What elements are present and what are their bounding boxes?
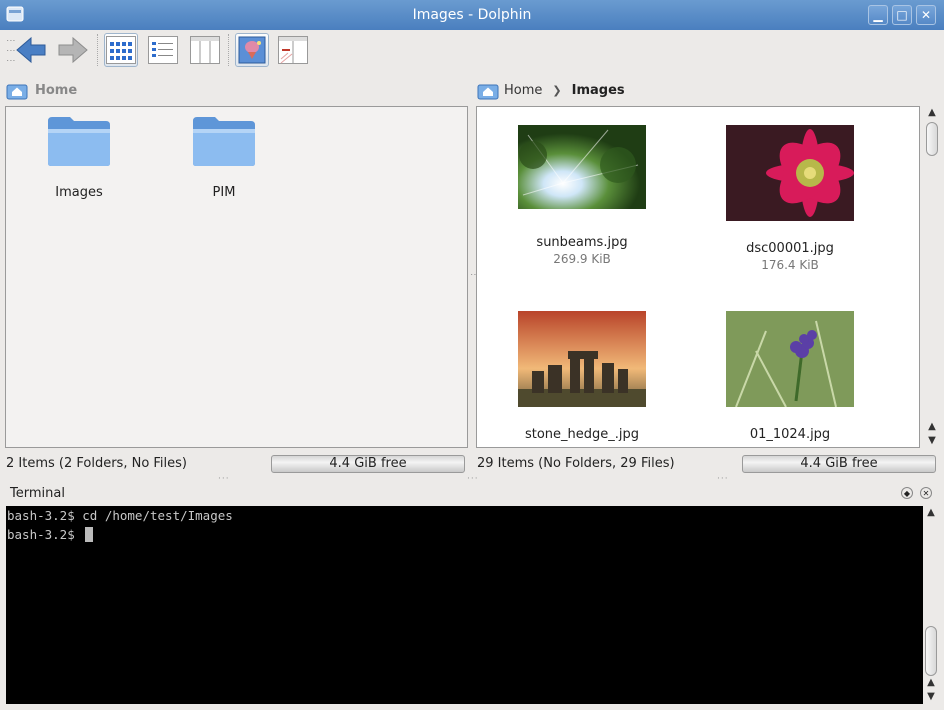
right-free-space: 4.4 GiB free [742, 455, 936, 473]
file-size: 176.4 KiB [761, 258, 819, 272]
terminal-header: Terminal ◆ ✕ [6, 484, 938, 504]
maximize-icon: □ [896, 8, 908, 22]
terminal-scrollbar[interactable]: ▲ ▲ ▼ [923, 506, 939, 704]
forward-arrow-icon [58, 36, 88, 64]
left-breadcrumb: Home [6, 80, 77, 100]
window-title: Images - Dolphin [412, 7, 532, 23]
image-thumbnail [726, 311, 854, 407]
scroll-up-icon[interactable]: ▲ [923, 506, 939, 520]
scroll-up-icon[interactable]: ▲ [924, 106, 940, 120]
minimize-icon: ▁ [873, 8, 883, 22]
left-file-view[interactable]: Images PIM [5, 106, 468, 448]
left-free-space: 4.4 GiB free [271, 455, 465, 473]
file-item[interactable]: stone_hedge_.jpg [487, 311, 677, 444]
folder-item[interactable]: PIM [169, 113, 279, 200]
breadcrumb-images[interactable]: Images [572, 83, 625, 98]
details-view-button[interactable] [146, 33, 180, 67]
image-thumbnail [726, 125, 854, 221]
scroll-down-icon[interactable]: ▼ [924, 434, 940, 448]
back-button[interactable] [14, 33, 48, 67]
toolbar-separator [228, 34, 231, 66]
image-thumbnail [518, 125, 646, 209]
terminal-line: bash-3.2$ [7, 527, 83, 542]
close-icon[interactable]: ✕ [920, 487, 932, 499]
toolbar-separator [97, 34, 100, 66]
resize-handle[interactable]: ··· [218, 474, 230, 484]
close-button[interactable]: ✕ [916, 5, 936, 25]
file-name: stone_hedge_.jpg [524, 427, 640, 442]
details-view-icon [148, 36, 178, 64]
folder-item[interactable]: Images [24, 113, 134, 200]
text-cursor [85, 527, 94, 542]
back-arrow-icon [16, 36, 46, 64]
split-view-icon [278, 36, 308, 64]
icons-view-icon [106, 36, 136, 64]
toolbar: ⋮⋮⋮ [0, 30, 944, 72]
preview-button[interactable] [235, 33, 269, 67]
left-status-text: 2 Items (2 Folders, No Files) [6, 456, 187, 471]
folder-name: Images [55, 185, 103, 200]
folder-name: PIM [212, 185, 236, 200]
right-file-view[interactable]: sunbeams.jpg 269.9 KiB dsc00001.jpg 176.… [476, 106, 920, 448]
right-status-text: 29 Items (No Folders, 29 Files) [477, 456, 675, 471]
forward-button[interactable] [56, 33, 90, 67]
image-thumbnail [518, 311, 646, 407]
preview-icon [238, 36, 266, 64]
scroll-up-icon[interactable]: ▲ [923, 676, 939, 690]
home-icon[interactable] [6, 80, 28, 100]
scroll-down-icon[interactable]: ▼ [923, 690, 939, 704]
right-breadcrumb: Home ❯ Images [477, 80, 625, 100]
home-icon[interactable] [477, 80, 499, 100]
resize-handle[interactable]: ··· [717, 474, 729, 484]
file-item[interactable]: dsc00001.jpg 176.4 KiB [695, 125, 885, 272]
scroll-thumb[interactable] [926, 122, 938, 156]
maximize-button[interactable]: □ [892, 5, 912, 25]
breadcrumb-home[interactable]: Home [504, 83, 542, 98]
terminal[interactable]: bash-3.2$ cd /home/test/Images bash-3.2$ [6, 506, 923, 704]
icons-view-button[interactable] [104, 33, 138, 67]
title-bar[interactable]: Images - Dolphin ▁ □ ✕ [0, 0, 944, 30]
terminal-title: Terminal [10, 486, 65, 501]
file-name: dsc00001.jpg [746, 241, 834, 256]
scroll-thumb[interactable] [925, 626, 937, 676]
file-name: 01_1024.jpg [749, 427, 831, 442]
terminal-line: bash-3.2$ cd /home/test/Images [7, 508, 233, 523]
minimize-button[interactable]: ▁ [868, 5, 888, 25]
file-item[interactable]: 01_1024.jpg [695, 311, 885, 444]
columns-view-icon [190, 36, 220, 64]
columns-view-button[interactable] [188, 33, 222, 67]
file-name: sunbeams.jpg [536, 235, 628, 250]
file-item[interactable]: sunbeams.jpg 269.9 KiB [487, 125, 677, 266]
scroll-up-icon[interactable]: ▲ [924, 420, 940, 434]
close-icon: ✕ [920, 8, 932, 22]
file-size: 269.9 KiB [553, 252, 611, 266]
split-view-button[interactable] [276, 33, 310, 67]
resize-handle[interactable]: ··· [467, 474, 479, 484]
right-pane-scrollbar[interactable]: ▲ ▲ ▼ [924, 106, 940, 448]
chevron-right-icon: ❯ [552, 83, 562, 97]
folder-icon [193, 117, 255, 166]
float-icon[interactable]: ◆ [901, 487, 913, 499]
folder-icon [48, 117, 110, 166]
breadcrumb-home[interactable]: Home [35, 83, 77, 98]
